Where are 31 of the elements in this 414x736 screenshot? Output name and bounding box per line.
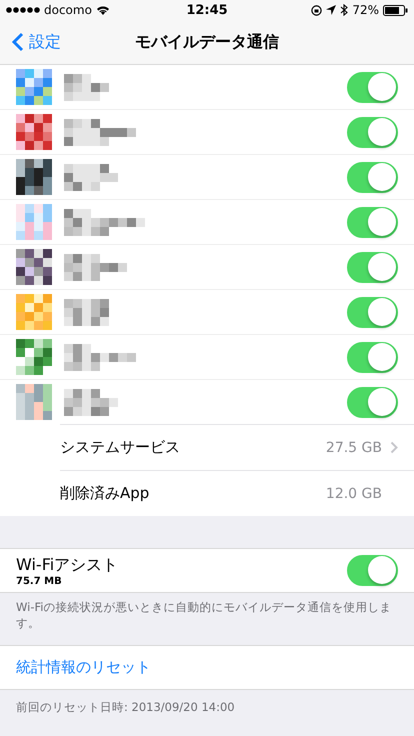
clock-time: 12:45 <box>186 2 228 18</box>
battery-icon <box>383 4 408 16</box>
row-label: システムサービス <box>60 438 180 457</box>
footer-note: 前回のリセット日時: 2013/09/20 14:00 <box>15 699 236 716</box>
chevron-right-icon[interactable] <box>390 441 398 454</box>
signal-icon <box>6 7 40 13</box>
toggle-switch[interactable] <box>347 252 398 282</box>
location-icon <box>326 5 336 15</box>
footer-note: Wi-Fiの接続状況が悪いときに自動的にモバイルデータ通信を使用します。 <box>15 599 392 632</box>
bluetooth-icon <box>340 4 348 16</box>
toggle-switch[interactable] <box>347 555 398 586</box>
toggle-switch[interactable] <box>347 116 398 148</box>
lock-rotation-icon <box>311 4 322 16</box>
toggle-switch[interactable] <box>347 296 398 328</box>
wifi-icon <box>96 5 110 15</box>
usage-value: 12.0 GB <box>326 486 382 502</box>
battery-percent: 72% <box>352 3 380 17</box>
carrier-name: docomo <box>44 3 92 17</box>
toggle-switch[interactable] <box>347 386 398 418</box>
row-label: Wi-Fiアシスト <box>16 554 118 576</box>
back-button[interactable]: 設定 <box>0 22 69 62</box>
toggle-switch[interactable] <box>347 72 398 102</box>
row-label: 削除済みApp <box>60 484 150 503</box>
page-title: モバイルデータ通信 <box>135 32 279 52</box>
usage-value: 75.7 MB <box>16 576 62 586</box>
reset-link[interactable]: 統計情報のリセット <box>16 654 151 681</box>
toggle-switch[interactable] <box>347 162 398 192</box>
usage-value: 27.5 GB <box>326 440 382 456</box>
toggle-switch[interactable] <box>347 342 398 372</box>
toggle-switch[interactable] <box>347 206 398 238</box>
chevron-left-icon <box>12 32 24 52</box>
